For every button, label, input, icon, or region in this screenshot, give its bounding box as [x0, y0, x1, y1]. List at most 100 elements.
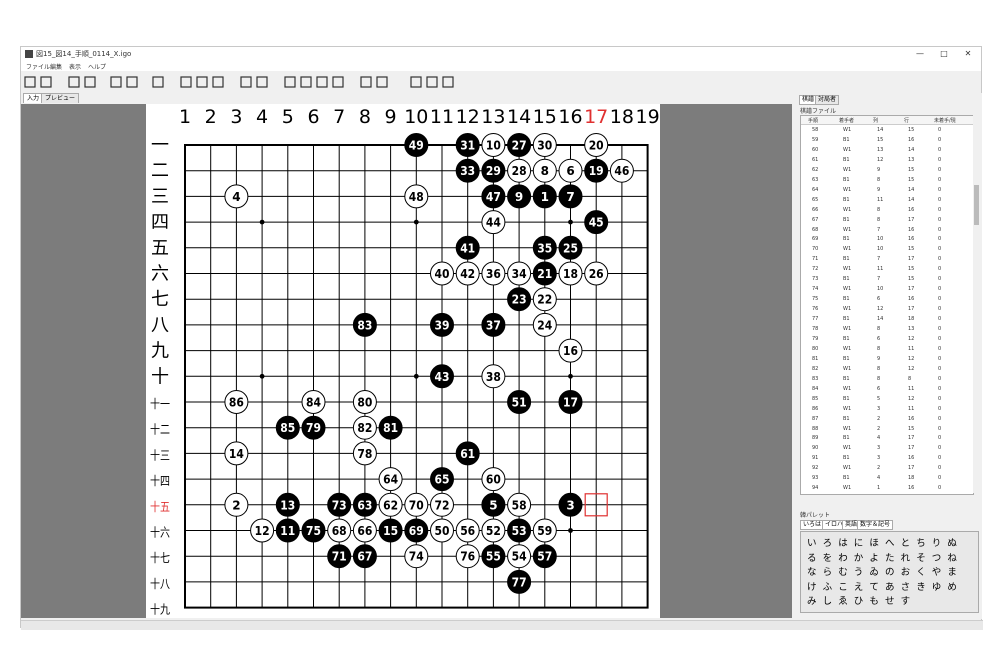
kifu-row[interactable]: 77 B1 14 18 0: [801, 315, 973, 322]
kana-key[interactable]: い: [807, 535, 817, 549]
menu-view[interactable]: 表示: [69, 62, 81, 71]
kana-key[interactable]: そ: [916, 550, 926, 564]
kana-key[interactable]: く: [916, 564, 926, 578]
kana-key[interactable]: こ: [838, 579, 848, 593]
kifu-row[interactable]: 87 B1 2 16 0: [801, 415, 973, 422]
kana-key[interactable]: わ: [838, 550, 848, 564]
column-header[interactable]: 列: [873, 117, 878, 124]
kifu-row[interactable]: 91 B1 3 16 0: [801, 454, 973, 461]
kifu-row[interactable]: 85 B1 5 12 0: [801, 395, 973, 402]
kifu-row[interactable]: 78 W1 8 13 0: [801, 325, 973, 332]
page-icon[interactable]: [211, 74, 225, 88]
save-icon[interactable]: [67, 74, 81, 88]
kifu-row[interactable]: 92 W1 2 17 0: [801, 464, 973, 471]
kana-key[interactable]: り: [932, 535, 942, 549]
kifu-row[interactable]: 75 B1 6 16 0: [801, 295, 973, 302]
kifu-row[interactable]: 72 W1 11 15 0: [801, 265, 973, 272]
kifu-row[interactable]: 62 W1 9 15 0: [801, 166, 973, 173]
kana-key[interactable]: お: [901, 564, 911, 578]
kana-key[interactable]: ひ: [854, 593, 864, 607]
kana-key[interactable]: う: [854, 564, 864, 578]
tab-players[interactable]: 対局者: [815, 95, 840, 105]
kifu-row[interactable]: 73 B1 7 15 0: [801, 275, 973, 282]
maximize-button[interactable]: □: [933, 48, 955, 60]
kana-key[interactable]: き: [916, 579, 926, 593]
kana-key[interactable]: へ: [885, 535, 895, 549]
kifu-row[interactable]: 59 B1 15 16 0: [801, 136, 973, 143]
new-icon[interactable]: [23, 74, 37, 88]
kana-key[interactable]: ゆ: [932, 579, 942, 593]
tab-hiragana[interactable]: いろは: [800, 520, 825, 530]
open-icon[interactable]: [39, 74, 53, 88]
kana-key[interactable]: ち: [916, 535, 926, 549]
kana-key[interactable]: と: [901, 535, 911, 549]
menu-file[interactable]: ファイル: [26, 62, 50, 71]
kifu-row[interactable]: 84 W1 6 11 0: [801, 385, 973, 392]
kana-key[interactable]: さ: [901, 579, 911, 593]
kana-key[interactable]: る: [807, 550, 817, 564]
kifu-row[interactable]: 82 W1 8 12 0: [801, 365, 973, 372]
grid-icon[interactable]: [283, 74, 297, 88]
kifu-row[interactable]: 70 W1 10 15 0: [801, 245, 973, 252]
kana-key[interactable]: も: [869, 593, 879, 607]
list-icon[interactable]: [359, 74, 373, 88]
kana-key[interactable]: し: [823, 593, 833, 607]
kifu-row[interactable]: 64 W1 9 14 0: [801, 186, 973, 193]
zoom-in-icon[interactable]: [315, 74, 329, 88]
kifu-row[interactable]: 90 W1 3 17 0: [801, 444, 973, 451]
kana-key[interactable]: け: [807, 579, 817, 593]
kana-key[interactable]: ゐ: [869, 564, 879, 578]
kana-key[interactable]: あ: [885, 579, 895, 593]
kana-key[interactable]: ぬ: [947, 535, 957, 549]
menu-help[interactable]: ヘルプ: [88, 62, 106, 71]
kifu-row[interactable]: 83 B1 8 8 0: [801, 375, 973, 382]
print-icon[interactable]: [151, 74, 165, 88]
column-header[interactable]: 行: [904, 117, 909, 124]
kifu-row[interactable]: 63 B1 8 15 0: [801, 176, 973, 183]
kifu-row[interactable]: 61 B1 12 13 0: [801, 156, 973, 163]
kana-key[interactable]: む: [838, 564, 848, 578]
kana-key[interactable]: ほ: [869, 535, 879, 549]
kana-key[interactable]: ね: [947, 550, 957, 564]
save-as-icon[interactable]: [83, 74, 97, 88]
scroll-thumb[interactable]: [974, 185, 979, 225]
download-icon[interactable]: [425, 74, 439, 88]
kifu-list[interactable]: 手順 着手者列行未着手/現 58 W1 14 15 0 59 B1 15 16 0 60 W1 13 14 0…: [800, 115, 974, 495]
minimize-button[interactable]: —: [909, 48, 931, 60]
kana-key[interactable]: か: [854, 550, 864, 564]
kana-key[interactable]: ら: [823, 564, 833, 578]
column-header[interactable]: 着手者: [839, 117, 854, 124]
kana-key[interactable]: れ: [901, 550, 911, 564]
kifu-row[interactable]: 93 B1 4 18 0: [801, 474, 973, 481]
kifu-scrollbar[interactable]: [973, 115, 980, 493]
kifu-row[interactable]: 80 W1 8 11 0: [801, 345, 973, 352]
tab-input[interactable]: 入力: [23, 93, 44, 103]
column-header[interactable]: 手順: [808, 117, 818, 124]
kifu-row[interactable]: 74 W1 10 17 0: [801, 285, 973, 292]
kifu-row[interactable]: 67 B1 8 17 0: [801, 216, 973, 223]
kana-key[interactable]: の: [885, 564, 895, 578]
panel-icon[interactable]: [409, 74, 423, 88]
print-preview-icon[interactable]: [179, 74, 193, 88]
kana-key[interactable]: に: [854, 535, 864, 549]
kana-key[interactable]: を: [823, 550, 833, 564]
kana-key[interactable]: よ: [869, 550, 879, 564]
kifu-row[interactable]: 69 B1 10 16 0: [801, 235, 973, 242]
kana-key[interactable]: は: [838, 535, 848, 549]
help-icon[interactable]: [441, 74, 455, 88]
kifu-row[interactable]: 79 B1 6 12 0: [801, 335, 973, 342]
go-board[interactable]: 1 2 3 4 5 6 7 8 9 10 11 12 13 14 15 16 17 18 19一二三四五六七八九十十…: [146, 104, 660, 618]
kana-key[interactable]: ま: [947, 564, 957, 578]
kifu-row[interactable]: 68 W1 7 16 0: [801, 226, 973, 233]
kifu-row[interactable]: 58 W1 14 15 0: [801, 126, 973, 133]
kana-key[interactable]: た: [885, 550, 895, 564]
kifu-row[interactable]: 66 W1 8 16 0: [801, 206, 973, 213]
close-button[interactable]: ✕: [957, 48, 979, 60]
kifu-row[interactable]: 89 B1 4 17 0: [801, 434, 973, 441]
tab-preview[interactable]: プレビュー: [41, 93, 80, 103]
tab-numbers-symbols[interactable]: 数字＆記号: [857, 520, 894, 530]
import-icon[interactable]: [109, 74, 123, 88]
kifu-row[interactable]: 76 W1 12 17 0: [801, 305, 973, 312]
kana-key[interactable]: み: [807, 593, 817, 607]
kifu-row[interactable]: 94 W1 1 16 0: [801, 484, 973, 491]
